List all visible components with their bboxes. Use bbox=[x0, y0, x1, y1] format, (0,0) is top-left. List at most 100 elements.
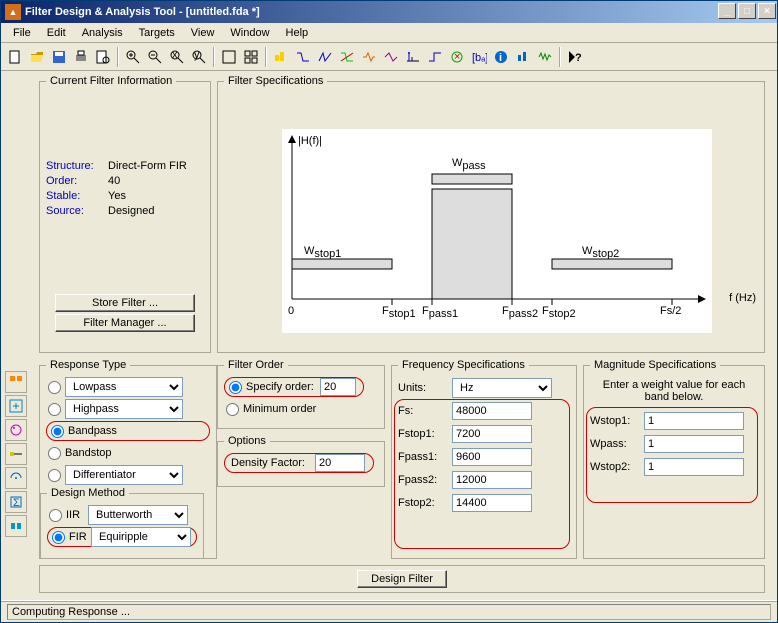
menu-window[interactable]: Window bbox=[222, 25, 277, 41]
sidebar-design-icon[interactable] bbox=[5, 371, 27, 393]
svg-text:[bₐ]: [bₐ] bbox=[472, 52, 487, 64]
iir-select[interactable]: Butterworth bbox=[88, 505, 188, 525]
maximize-button[interactable]: □ bbox=[738, 3, 756, 19]
phase-icon[interactable] bbox=[315, 47, 335, 67]
fs-input[interactable] bbox=[452, 402, 532, 420]
design-legend: Design Method bbox=[47, 487, 129, 499]
bandpass-label: Bandpass bbox=[68, 425, 186, 437]
open-icon[interactable] bbox=[27, 47, 47, 67]
svg-text:?: ? bbox=[575, 52, 582, 64]
svg-text:x: x bbox=[172, 49, 178, 61]
sidebar-transform-icon[interactable] bbox=[5, 467, 27, 489]
bandstop-label: Bandstop bbox=[65, 447, 183, 459]
zoom-x-icon[interactable]: x bbox=[167, 47, 187, 67]
menu-view[interactable]: View bbox=[183, 25, 223, 41]
source-value: Designed bbox=[108, 205, 154, 217]
stable-label: Stable: bbox=[46, 190, 108, 202]
print-icon[interactable] bbox=[71, 47, 91, 67]
mag-phase-icon[interactable] bbox=[337, 47, 357, 67]
zoom-out-icon[interactable] bbox=[145, 47, 165, 67]
freq-legend: Frequency Specifications bbox=[398, 359, 529, 371]
fstop1-input[interactable] bbox=[452, 425, 532, 443]
coefficients-icon[interactable]: [bₐ] bbox=[469, 47, 489, 67]
design-method-group: Design Method IIRButterworth FIREquiripp… bbox=[40, 487, 204, 559]
structure-value: Direct-Form FIR bbox=[108, 160, 187, 172]
bandstop-radio[interactable] bbox=[48, 447, 61, 460]
fir-radio[interactable] bbox=[52, 531, 65, 544]
design-filter-button[interactable]: Design Filter bbox=[357, 570, 447, 588]
tile-icon[interactable] bbox=[241, 47, 261, 67]
fstop2-input[interactable] bbox=[452, 494, 532, 512]
phase-delay-icon[interactable] bbox=[381, 47, 401, 67]
iir-radio[interactable] bbox=[49, 509, 62, 522]
filter-specs-icon[interactable] bbox=[271, 47, 291, 67]
zoom-in-icon[interactable] bbox=[123, 47, 143, 67]
lowpass-select[interactable]: Lowpass bbox=[65, 377, 183, 397]
full-view-icon[interactable] bbox=[219, 47, 239, 67]
highpass-radio[interactable] bbox=[48, 403, 61, 416]
toolbar: x y × [bₐ] i ? bbox=[1, 43, 777, 71]
density-input[interactable] bbox=[315, 454, 365, 472]
status-text: Computing Response ... bbox=[7, 604, 771, 620]
mag-legend: Magnitude Specifications bbox=[590, 359, 720, 371]
fir-select[interactable]: Equiripple bbox=[91, 527, 191, 547]
wstop1-input[interactable] bbox=[644, 412, 744, 430]
new-icon[interactable] bbox=[5, 47, 25, 67]
wstop2-input[interactable] bbox=[644, 458, 744, 476]
highpass-select[interactable]: Highpass bbox=[65, 399, 183, 419]
save-icon[interactable] bbox=[49, 47, 69, 67]
print-preview-icon[interactable] bbox=[93, 47, 113, 67]
title-bar: ▲ Filter Design & Analysis Tool - [untit… bbox=[1, 1, 777, 23]
status-bar: Computing Response ... bbox=[1, 600, 777, 622]
lowpass-radio[interactable] bbox=[48, 381, 61, 394]
step-icon[interactable] bbox=[425, 47, 445, 67]
sidebar-quantize-icon[interactable]: Σ bbox=[5, 491, 27, 513]
minimize-button[interactable]: _ bbox=[718, 3, 736, 19]
store-filter-button[interactable]: Store Filter ... bbox=[55, 294, 195, 312]
specify-order-radio[interactable] bbox=[229, 381, 242, 394]
fhz-label: f (Hz) bbox=[729, 292, 756, 304]
magnitude-icon[interactable] bbox=[293, 47, 313, 67]
units-select[interactable]: Hz bbox=[452, 378, 552, 398]
filter-manager-button[interactable]: Filter Manager ... bbox=[55, 314, 195, 332]
diff-select[interactable]: Differentiator bbox=[65, 465, 183, 485]
minimum-order-radio[interactable] bbox=[226, 403, 239, 416]
sidebar-realize-icon[interactable] bbox=[5, 443, 27, 465]
pole-zero-icon[interactable]: × bbox=[447, 47, 467, 67]
structure-label: Structure: bbox=[46, 160, 108, 172]
svg-text:i: i bbox=[499, 52, 502, 64]
design-filter-row: Design Filter bbox=[39, 565, 765, 593]
order-input[interactable] bbox=[320, 378, 356, 396]
group-delay-icon[interactable] bbox=[359, 47, 379, 67]
wpass-input[interactable] bbox=[644, 435, 744, 453]
menu-help[interactable]: Help bbox=[278, 25, 317, 41]
specs-legend: Filter Specifications bbox=[224, 75, 327, 87]
info-icon[interactable]: i bbox=[491, 47, 511, 67]
window-title: Filter Design & Analysis Tool - [untitle… bbox=[25, 6, 717, 18]
menu-targets[interactable]: Targets bbox=[131, 25, 183, 41]
sidebar-pole-zero-icon[interactable] bbox=[5, 419, 27, 441]
zoom-y-icon[interactable]: y bbox=[189, 47, 209, 67]
menu-analysis[interactable]: Analysis bbox=[74, 25, 131, 41]
impulse-icon[interactable] bbox=[403, 47, 423, 67]
close-button[interactable]: × bbox=[758, 3, 776, 19]
fpass1-input[interactable] bbox=[452, 448, 532, 466]
options-legend: Options bbox=[224, 435, 270, 447]
filter-order-legend: Filter Order bbox=[224, 359, 288, 371]
diff-radio[interactable] bbox=[48, 469, 61, 482]
mag-estimate-icon[interactable] bbox=[513, 47, 533, 67]
bandpass-radio[interactable] bbox=[51, 425, 64, 438]
response-type-group: Response Type Lowpass Highpass Bandpass … bbox=[39, 359, 217, 559]
hf-label: |H(f)| bbox=[298, 135, 322, 147]
context-help-icon[interactable]: ? bbox=[565, 47, 585, 67]
menu-edit[interactable]: Edit bbox=[39, 25, 74, 41]
frequency-specs-group: Frequency Specifications Units:Hz Fs: Fs… bbox=[391, 359, 577, 559]
sidebar-import-icon[interactable] bbox=[5, 395, 27, 417]
filter-order-group: Filter Order Specify order: Minimum orde… bbox=[217, 359, 385, 429]
options-group: Options Density Factor: bbox=[217, 435, 385, 487]
noise-icon[interactable] bbox=[535, 47, 555, 67]
sidebar-multirate-icon[interactable] bbox=[5, 515, 27, 537]
menu-file[interactable]: File bbox=[5, 25, 39, 41]
fpass2-input[interactable] bbox=[452, 471, 532, 489]
source-label: Source: bbox=[46, 205, 108, 217]
